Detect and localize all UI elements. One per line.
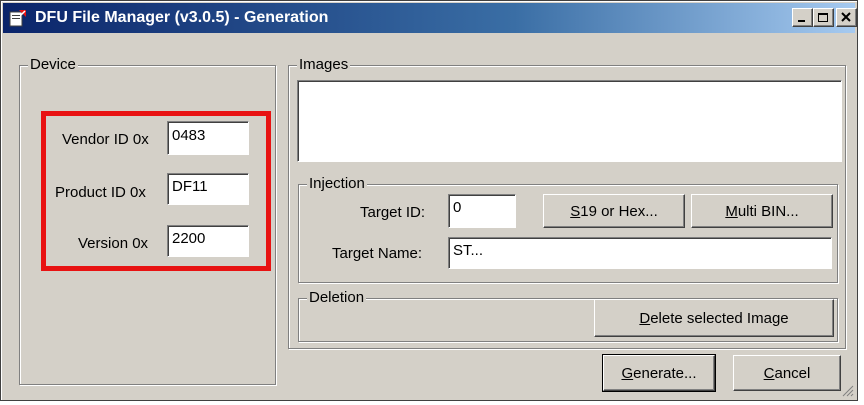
cancel-button-mnemonic: C — [763, 364, 775, 382]
generate-button-label: enerate... — [633, 364, 697, 382]
maximize-button[interactable] — [813, 8, 834, 27]
minimize-button[interactable] — [792, 8, 813, 27]
target-name-label: Target Name: — [332, 245, 423, 262]
cancel-button-label: ancel — [774, 364, 811, 382]
injection-group-label: Injection — [307, 175, 367, 193]
delete-button-mnemonic: D — [639, 309, 651, 327]
multi-bin-button-mnemonic: M — [725, 202, 738, 220]
generate-button-mnemonic: G — [621, 364, 634, 382]
images-group-label: Images — [297, 56, 351, 74]
title-bar[interactable]: DFU File Manager (v3.0.5) - Generation — [3, 3, 857, 33]
generate-button[interactable]: Generate... — [602, 354, 716, 392]
s19-or-hex-button-label: 19 or Hex... — [580, 202, 658, 220]
maximize-icon — [818, 13, 828, 22]
minimize-icon — [798, 20, 805, 22]
highlight-box — [41, 111, 271, 271]
cancel-button[interactable]: Cancel — [733, 355, 841, 391]
app-icon — [9, 10, 26, 27]
delete-button-label: elete selected Image — [650, 309, 789, 327]
window-title: DFU File Manager (v3.0.5) - Generation — [35, 9, 329, 26]
multi-bin-button[interactable]: Multi BIN... — [691, 194, 833, 228]
s19-or-hex-button[interactable]: S 19 or Hex... — [543, 194, 685, 228]
dfu-file-manager-window: DFU File Manager (v3.0.5) - Generation D… — [0, 0, 858, 401]
deletion-group-label: Deletion — [307, 289, 367, 307]
target-name-field[interactable]: ST... — [448, 237, 832, 269]
device-group-label: Device — [28, 56, 78, 74]
s19-or-hex-button-mnemonic: S — [570, 202, 581, 220]
delete-selected-image-button[interactable]: Delete selected Image — [594, 299, 834, 337]
close-button[interactable] — [836, 8, 857, 27]
resize-grip-icon[interactable] — [842, 385, 854, 397]
target-id-field[interactable]: 0 — [448, 194, 516, 228]
multi-bin-button-label: ulti BIN... — [737, 202, 799, 220]
target-id-label: Target ID: — [360, 204, 426, 221]
images-list[interactable] — [297, 80, 842, 162]
close-icon — [841, 12, 851, 22]
